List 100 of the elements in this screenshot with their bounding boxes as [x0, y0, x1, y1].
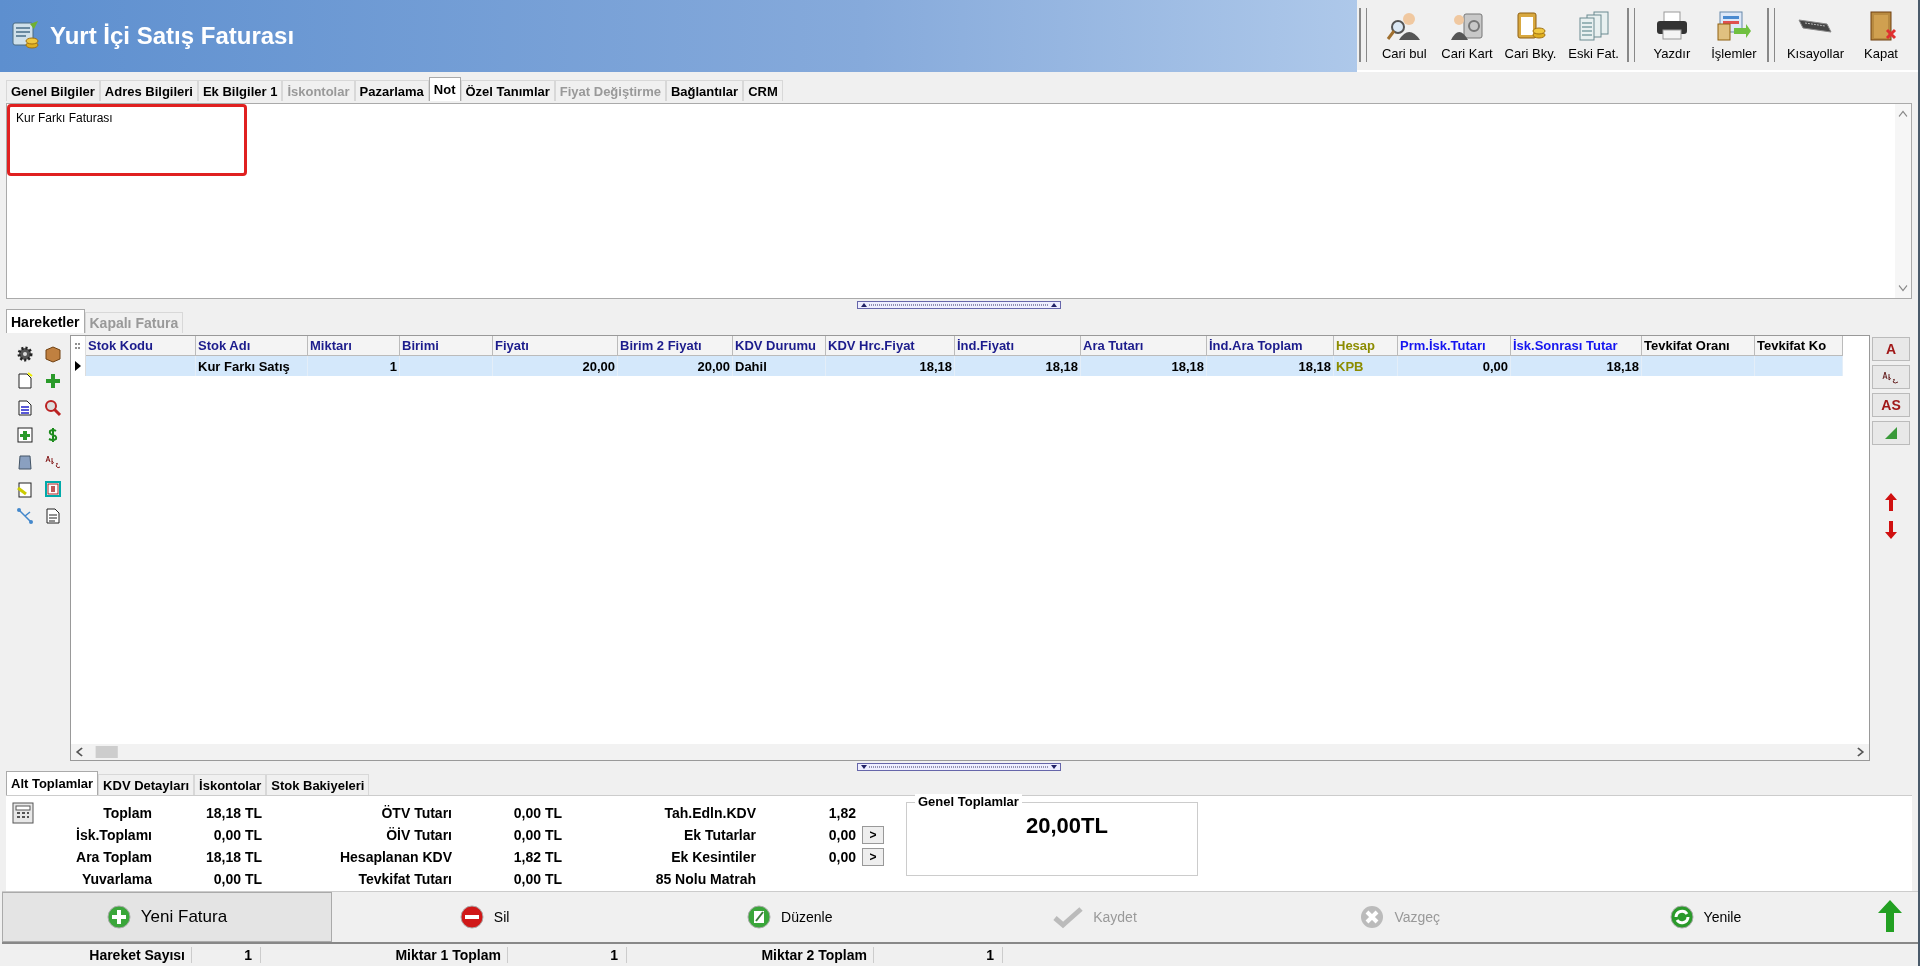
vertical-scrollbar[interactable]: [1895, 104, 1911, 298]
toolbar-separator: [1359, 8, 1368, 62]
new-invoice-button[interactable]: Yeni Fatura: [2, 892, 332, 942]
total-label: Tah.Edln.KDV: [663, 805, 756, 821]
font-button[interactable]: AS: [1872, 393, 1910, 417]
tab[interactable]: Hareketler: [6, 309, 85, 333]
magnifier-icon[interactable]: [44, 399, 62, 417]
toolbar-separator: [1626, 8, 1635, 62]
total-value: 0,00 TL: [512, 805, 562, 821]
tab[interactable]: Alt Toplamlar: [6, 771, 99, 795]
total-label: 85 Nolu Matrah: [654, 871, 756, 887]
table-cell: KPB: [1334, 356, 1398, 376]
tab[interactable]: Stok Bakiyeleri: [266, 774, 370, 795]
table-cell: 1: [308, 356, 400, 376]
column-header[interactable]: İsk.Sonrası Tutar: [1511, 336, 1642, 356]
table-cell: 0,00: [1398, 356, 1511, 376]
table-row[interactable]: Kur Farkı Satış 1 20,00 20,00 Dahil 18,18 18,18 18,18 18,18 KPB 0,00 18,18: [71, 356, 1869, 376]
refresh-icon: [1669, 905, 1694, 929]
total-label: Ek Kesintiler: [670, 849, 756, 865]
total-value: 0,00 TL: [512, 871, 562, 887]
tab[interactable]: Özel Tanımlar: [460, 80, 555, 101]
pause-icon[interactable]: [44, 480, 62, 498]
corner-triangle-button[interactable]: [1872, 421, 1910, 445]
note-text: Kur Farkı Faturası: [7, 104, 247, 176]
tab[interactable]: Bağlantılar: [665, 80, 744, 101]
new-document-icon[interactable]: [16, 372, 34, 390]
total-label: Tevkifat Tutarı: [357, 871, 452, 887]
column-header[interactable]: Stok Adı: [196, 336, 308, 356]
horizontal-scrollbar[interactable]: [71, 744, 1869, 760]
tab[interactable]: Adres Bilgileri: [99, 80, 198, 101]
font-button[interactable]: A: [1872, 337, 1910, 361]
tab[interactable]: Not: [428, 77, 461, 101]
tab[interactable]: Pazarlama: [354, 80, 429, 101]
tab[interactable]: Ek Bilgiler 1: [197, 80, 283, 101]
column-header[interactable]: Stok Kodu: [86, 336, 196, 356]
calculator-icon[interactable]: [12, 802, 34, 824]
tab[interactable]: KDV Detayları: [98, 774, 195, 795]
details-button[interactable]: >: [862, 826, 884, 844]
gear-icon[interactable]: [16, 345, 34, 363]
status-value: 1: [192, 947, 261, 963]
page-icon[interactable]: [44, 507, 62, 525]
spell-check-button[interactable]: [1872, 365, 1910, 389]
network-icon[interactable]: [16, 507, 34, 525]
column-header[interactable]: KDV Durumu: [733, 336, 826, 356]
plus-icon[interactable]: [44, 372, 62, 390]
table-cell: 18,18: [826, 356, 955, 376]
toolbar-button[interactable]: Kısayollar: [1780, 4, 1850, 66]
spell-check-icon: [1882, 370, 1900, 384]
column-header[interactable]: KDV Hrc.Fiyat: [826, 336, 955, 356]
tab[interactable]: Genel Bilgiler: [6, 80, 100, 101]
toolbar-button[interactable]: İşlemler: [1702, 4, 1765, 66]
total-label: Toplam: [102, 805, 152, 821]
toolbar-separator: [1766, 8, 1775, 62]
spell-check-icon[interactable]: [44, 453, 62, 471]
tab[interactable]: CRM: [743, 80, 783, 101]
current-row-icon: [75, 361, 81, 371]
add-document-icon[interactable]: [16, 426, 34, 444]
column-header[interactable]: Tevkifat Oranı: [1642, 336, 1755, 356]
table-cell: 18,18: [1511, 356, 1642, 376]
triangle-icon: [1884, 426, 1898, 440]
note-field[interactable]: Kur Farkı Faturası: [6, 103, 1912, 299]
document-icon[interactable]: [16, 399, 34, 417]
total-label: Ara Toplam: [75, 849, 152, 865]
move-up-icon[interactable]: [1885, 493, 1897, 511]
column-header[interactable]: İnd.Fiyatı: [955, 336, 1081, 356]
column-header[interactable]: Prm.İsk.Tutarı: [1398, 336, 1511, 356]
table-cell: Dahil: [733, 356, 826, 376]
edit-button[interactable]: Düzenle: [637, 892, 943, 942]
total-label: Hesaplanan KDV: [338, 849, 452, 865]
move-down-icon[interactable]: [1885, 521, 1897, 539]
jar-icon[interactable]: [16, 453, 34, 471]
table-cell: 18,18: [1081, 356, 1207, 376]
splitter-handle[interactable]: [857, 763, 1061, 771]
total-value: 1,82: [827, 805, 856, 821]
total-value: 1,82 TL: [512, 849, 562, 865]
toolbar-button[interactable]: Cari bul: [1373, 4, 1436, 66]
toolbar-button[interactable]: Cari Kart: [1435, 4, 1499, 66]
toolbar-button[interactable]: Yazdır: [1640, 4, 1703, 66]
refresh-button[interactable]: Yenile: [1552, 892, 1858, 942]
column-header[interactable]: İnd.Ara Toplam: [1207, 336, 1334, 356]
total-value: 0,00 TL: [212, 827, 262, 843]
toolbar-button[interactable]: Eski Fat.: [1562, 4, 1625, 66]
tab[interactable]: İskontolar: [194, 774, 267, 795]
status-label: Hareket Sayısı: [0, 947, 192, 963]
column-header[interactable]: Tevkifat Ko: [1755, 336, 1843, 356]
details-button[interactable]: >: [862, 848, 884, 866]
table-cell: 18,18: [955, 356, 1081, 376]
scroll-top-arrow-icon[interactable]: [1878, 900, 1902, 934]
column-header[interactable]: Ara Tutarı: [1081, 336, 1207, 356]
column-header[interactable]: Birim 2 Fiyatı: [618, 336, 733, 356]
toolbar-button[interactable]: Kapat: [1850, 4, 1912, 66]
splitter-handle[interactable]: [857, 301, 1061, 309]
clipboard-icon[interactable]: [16, 480, 34, 498]
box-icon[interactable]: [44, 345, 62, 363]
column-header[interactable]: Miktarı: [308, 336, 400, 356]
total-label: Ek Tutarlar: [682, 827, 756, 843]
column-header[interactable]: Fiyatı: [493, 336, 618, 356]
delete-button[interactable]: Sil: [332, 892, 638, 942]
toolbar-button[interactable]: Cari Bky.: [1498, 4, 1563, 66]
column-header[interactable]: Birimi: [400, 336, 493, 356]
